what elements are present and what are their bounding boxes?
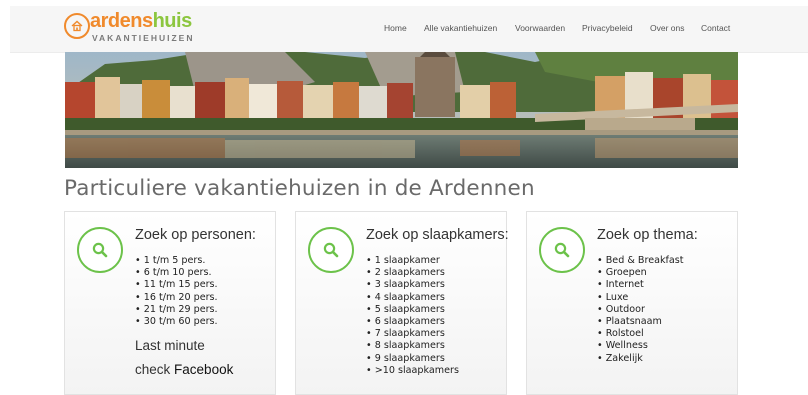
card-title: Zoek op slaapkamers:	[366, 227, 509, 243]
list-item[interactable]: Bed & Breakfast	[597, 255, 684, 267]
main-nav: Home Alle vakantiehuizen Voorwaarden Pri…	[10, 23, 808, 39]
list-item[interactable]: Rolstoel	[597, 328, 684, 340]
search-icon[interactable]	[77, 227, 123, 273]
list-item[interactable]: 7 slaapkamers	[366, 328, 459, 340]
list-item[interactable]: Zakelijk	[597, 353, 684, 365]
card-title: Zoek op thema:	[597, 227, 698, 243]
nav-item-contact[interactable]: Contact	[701, 23, 730, 33]
list-item[interactable]: 4 slaapkamers	[366, 292, 459, 304]
list-item[interactable]: 30 t/m 60 pers.	[135, 316, 218, 328]
list-item[interactable]: Outdoor	[597, 304, 684, 316]
list-item[interactable]: 1 slaapkamer	[366, 255, 459, 267]
last-minute-link[interactable]: Last minute	[135, 338, 205, 353]
nav-item-home[interactable]: Home	[384, 23, 407, 33]
list-item[interactable]: >10 slaapkamers	[366, 365, 459, 377]
theme-list: Bed & Breakfast Groepen Internet Luxe Ou…	[597, 255, 684, 365]
list-item[interactable]: 16 t/m 20 pers.	[135, 292, 218, 304]
check-label: check	[135, 362, 171, 377]
list-item[interactable]: Wellness	[597, 340, 684, 352]
card-search-persons: Zoek op personen: 1 t/m 5 pers. 6 t/m 10…	[64, 211, 276, 395]
check-facebook: check Facebook	[135, 362, 233, 377]
page-title: Particuliere vakantiehuizen in de Ardenn…	[64, 176, 535, 201]
nav-item-voorwaarden[interactable]: Voorwaarden	[515, 23, 565, 33]
list-item[interactable]: 11 t/m 15 pers.	[135, 279, 218, 291]
list-item[interactable]: 6 t/m 10 pers.	[135, 267, 218, 279]
list-item[interactable]: Internet	[597, 279, 684, 291]
persons-list: 1 t/m 5 pers. 6 t/m 10 pers. 11 t/m 15 p…	[135, 255, 218, 328]
bedrooms-list: 1 slaapkamer 2 slaapkamers 3 slaapkamers…	[366, 255, 459, 377]
list-item[interactable]: 21 t/m 29 pers.	[135, 304, 218, 316]
card-search-bedrooms: Zoek op slaapkamers: 1 slaapkamer 2 slaa…	[295, 211, 509, 395]
nav-item-alle-vakantiehuizen[interactable]: Alle vakantiehuizen	[424, 23, 497, 33]
card-title: Zoek op personen:	[135, 227, 256, 243]
site-header: ardenshuis VAKANTIEHUIZEN Home Alle vaka…	[10, 6, 808, 53]
list-item[interactable]: 2 slaapkamers	[366, 267, 459, 279]
list-item[interactable]: 5 slaapkamers	[366, 304, 459, 316]
search-icon[interactable]	[308, 227, 354, 273]
list-item[interactable]: 1 t/m 5 pers.	[135, 255, 218, 267]
list-item[interactable]: 6 slaapkamers	[366, 316, 459, 328]
nav-item-privacybeleid[interactable]: Privacybeleid	[582, 23, 633, 33]
search-icon[interactable]	[539, 227, 585, 273]
card-search-theme: Zoek op thema: Bed & Breakfast Groepen I…	[526, 211, 738, 395]
list-item[interactable]: Plaatsnaam	[597, 316, 684, 328]
nav-item-over-ons[interactable]: Over ons	[650, 23, 685, 33]
list-item[interactable]: 9 slaapkamers	[366, 353, 459, 365]
hero-banner-image	[65, 52, 738, 168]
list-item[interactable]: 8 slaapkamers	[366, 340, 459, 352]
list-item[interactable]: Luxe	[597, 292, 684, 304]
list-item[interactable]: 3 slaapkamers	[366, 279, 459, 291]
facebook-link[interactable]: Facebook	[174, 362, 233, 377]
list-item[interactable]: Groepen	[597, 267, 684, 279]
